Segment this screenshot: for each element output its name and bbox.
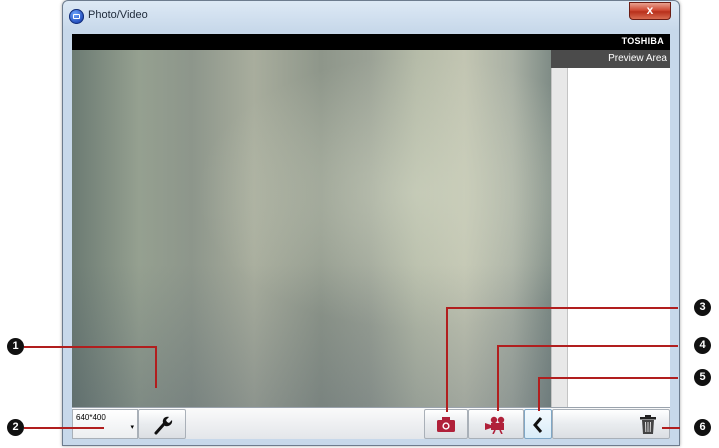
resolution-value: 640*400 <box>76 413 106 422</box>
callout-line-5 <box>538 377 678 379</box>
callout-line-3 <box>446 307 678 309</box>
callout-line-3-drop <box>446 307 448 412</box>
callout-badge-3: 3 <box>694 299 711 316</box>
settings-button[interactable] <box>138 409 186 439</box>
callout-badge-6: 6 <box>694 419 711 436</box>
camera-app-icon <box>69 9 84 24</box>
callout-line-4-drop <box>497 345 499 411</box>
brand-bar: TOSHIBA <box>72 34 670 50</box>
trash-icon <box>640 415 656 434</box>
take-photo-button[interactable] <box>424 409 468 439</box>
callout-badge-4: 4 <box>694 337 711 354</box>
callout-line-1 <box>24 346 156 348</box>
window-title: Photo/Video <box>88 9 148 21</box>
camera-icon <box>437 417 455 432</box>
callout-line-1-drop <box>155 346 157 388</box>
callout-badge-1: 1 <box>7 338 24 355</box>
camera-preview <box>72 50 551 407</box>
dropdown-arrow-icon: ▾ <box>130 424 134 431</box>
close-button[interactable]: x <box>629 2 671 20</box>
bottom-toolbar: 640*400 ▾ <box>72 407 670 439</box>
delete-button[interactable] <box>552 409 670 439</box>
title-bar[interactable]: Photo/Video x <box>63 1 679 32</box>
record-video-button[interactable] <box>468 409 524 439</box>
callout-badge-2: 2 <box>7 419 24 436</box>
callout-line-2 <box>24 427 104 429</box>
preview-area-header: Preview Area <box>551 50 670 68</box>
video-camera-icon <box>485 416 505 434</box>
callout-line-6 <box>662 427 680 429</box>
preview-area-list[interactable] <box>568 68 670 407</box>
callout-line-5-drop <box>538 377 540 411</box>
preview-scrollbar[interactable] <box>551 68 568 407</box>
resolution-select[interactable]: 640*400 ▾ <box>72 409 138 439</box>
collapse-preview-button[interactable] <box>524 409 552 439</box>
chevron-left-icon <box>533 417 543 433</box>
brand-logo: TOSHIBA <box>621 36 664 46</box>
wrench-icon <box>154 416 173 435</box>
callout-badge-5: 5 <box>694 369 711 386</box>
callout-line-4 <box>497 345 678 347</box>
